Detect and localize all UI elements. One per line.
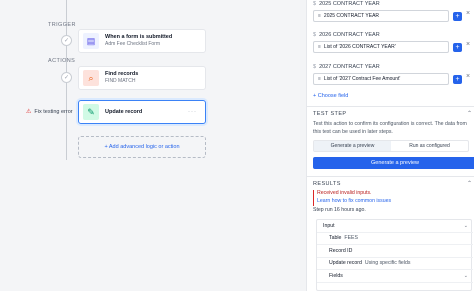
choose-field-link[interactable]: + Choose field <box>313 93 348 99</box>
trigger-card[interactable]: ▤ When a form is submitted Adm Fee Check… <box>78 29 206 53</box>
field-input-2025[interactable]: ≡ 2025 CONTRACT YEAR <box>313 10 449 22</box>
list-icon: ≡ <box>318 44 321 50</box>
test-step-title: TEST STEP <box>313 111 347 117</box>
workflow-canvas: TRIGGER ✓ ▤ When a form is submitted Adm… <box>0 0 300 291</box>
field-input-2026[interactable]: ≡ List of '2026 CONTRACT YEAR' <box>313 41 449 53</box>
add-token-button[interactable]: + <box>453 42 462 52</box>
testing-error-indicator[interactable]: ⚠ Fix testing error <box>26 108 73 116</box>
config-panel: $ 2025 CONTRACT YEAR ≡ 2025 CONTRACT YEA… <box>306 0 474 291</box>
testing-error-text: Fix testing error <box>34 108 73 115</box>
remove-field-button[interactable]: × <box>466 10 470 17</box>
result-row-fields[interactable]: Fields ⌄ <box>317 270 473 283</box>
actions-section-label: ACTIONS <box>48 58 76 64</box>
currency-icon: $ <box>313 1 317 7</box>
warning-icon: ⚠ <box>26 109 32 115</box>
form-icon: ▤ <box>83 33 99 49</box>
field-input-2027[interactable]: ≡ List of '2027 Contract Fee Amount' <box>313 73 449 85</box>
find-records-card[interactable]: ⌕ Find records FIND MATCH <box>78 66 206 90</box>
results-title: RESULTS <box>313 181 341 187</box>
generate-preview-button[interactable]: Generate a preview <box>313 157 474 169</box>
test-mode-tabs: Generate a preview Run as configured <box>313 140 469 152</box>
section-divider <box>307 106 474 107</box>
trigger-card-subtitle: Adm Fee Checklist Form <box>105 41 161 48</box>
pencil-icon: ✎ <box>83 104 99 120</box>
field-label-2025: $ 2025 CONTRACT YEAR <box>313 1 380 7</box>
results-table: Input ⌄ Table FEES Record ID Update reco… <box>316 219 473 291</box>
chevron-down-icon: ⌄ <box>463 272 468 279</box>
tab-generate-preview[interactable]: Generate a preview <box>314 141 391 151</box>
field-label-2026: $ 2026 CONTRACT YEAR <box>313 32 380 38</box>
add-advanced-logic-button[interactable]: + Add advanced logic or action <box>78 136 206 158</box>
invalid-inputs-alert: Received invalid inputs. Learn how to fi… <box>313 190 391 206</box>
trigger-card-title: When a form is submitted <box>105 34 173 41</box>
currency-icon: $ <box>313 64 317 70</box>
learn-fix-link[interactable]: Learn how to fix common issues <box>317 198 391 206</box>
card-menu-icon[interactable]: ··· <box>188 109 197 115</box>
section-divider <box>307 176 474 177</box>
chevron-up-icon[interactable]: ⌃ <box>467 180 472 187</box>
test-step-description: Test this action to confirm its configur… <box>313 121 467 135</box>
trigger-check-icon: ✓ <box>61 35 72 46</box>
chevron-up-icon[interactable]: ⌃ <box>467 110 472 117</box>
alert-message: Received invalid inputs. <box>317 190 372 196</box>
find-card-title: Find records <box>105 71 139 78</box>
search-icon: ⌕ <box>83 70 99 86</box>
result-row-input[interactable]: Input ⌄ <box>317 220 473 233</box>
remove-field-button[interactable]: × <box>466 41 470 48</box>
add-token-button[interactable]: + <box>453 74 462 84</box>
tab-run-as-configured[interactable]: Run as configured <box>391 141 468 151</box>
list-icon: ≡ <box>318 13 321 19</box>
list-icon: ≡ <box>318 76 321 82</box>
find-check-icon: ✓ <box>61 72 72 83</box>
add-token-button[interactable]: + <box>453 11 462 21</box>
currency-icon: $ <box>313 32 317 38</box>
step-run-timestamp: Step run 16 hours ago. <box>313 207 366 213</box>
result-row-table: Table FEES <box>317 233 473 245</box>
field-label-2027: $ 2027 CONTRACT YEAR <box>313 64 380 70</box>
result-row-update-record: Update record Using specific fields <box>317 258 473 270</box>
update-card-title: Update record <box>105 108 143 115</box>
result-row-record-id: Record ID <box>317 245 473 258</box>
trigger-section-label: TRIGGER <box>48 22 76 28</box>
find-card-subtitle: FIND MATCH <box>105 78 136 85</box>
update-record-card[interactable]: ✎ Update record ··· <box>78 100 206 124</box>
remove-field-button[interactable]: × <box>466 73 470 80</box>
chevron-down-icon: ⌄ <box>463 222 468 229</box>
